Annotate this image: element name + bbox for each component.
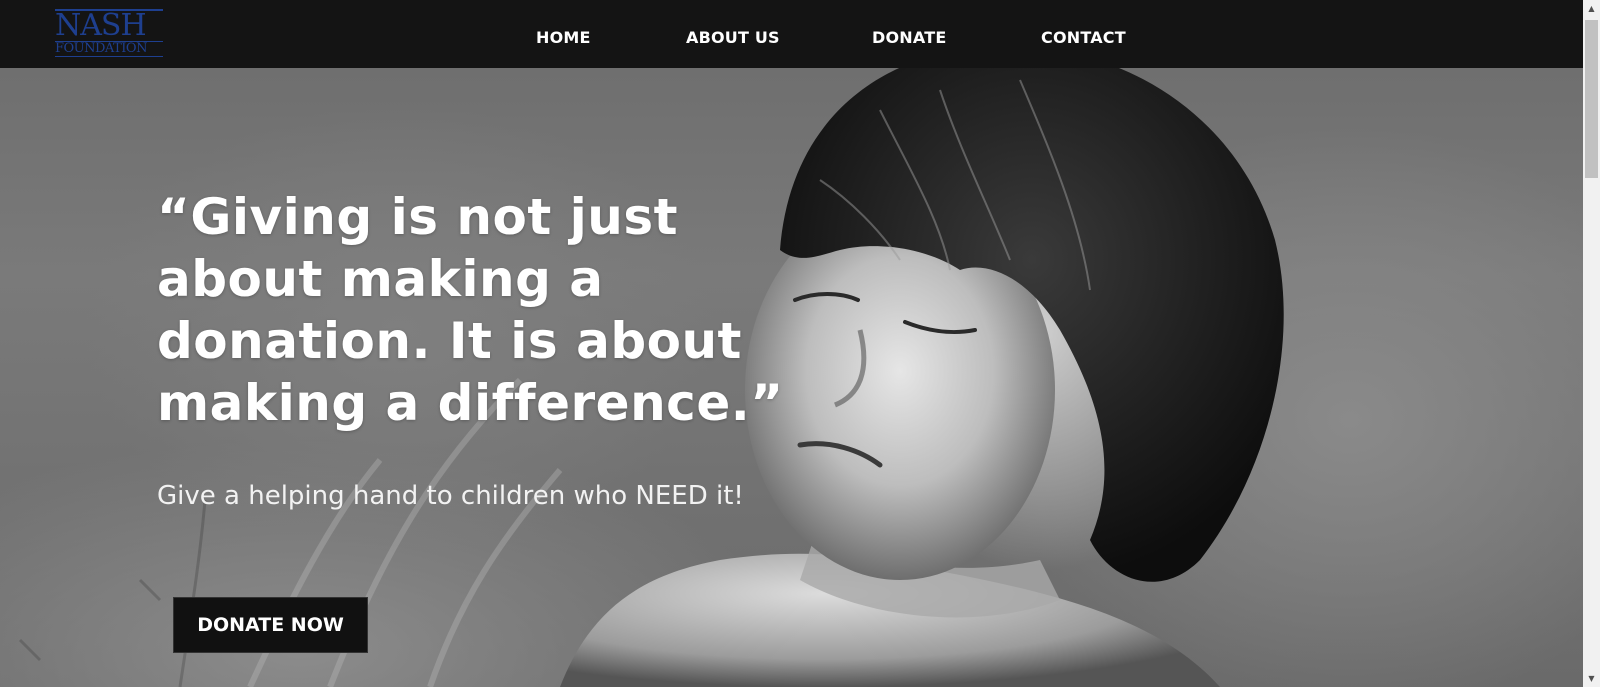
scrollbar-thumb[interactable] [1585,20,1598,178]
nav-item-donate[interactable]: DONATE [872,28,946,47]
scroll-up-arrow-icon[interactable]: ▲ [1583,0,1600,17]
scroll-down-arrow-icon[interactable]: ▼ [1583,670,1600,687]
nav-item-contact[interactable]: CONTACT [1041,28,1126,47]
page: NASH FOUNDATION HOME ABOUT US DONATE CON… [0,0,1600,687]
nav-item-about-us[interactable]: ABOUT US [686,28,780,47]
nav-item-home[interactable]: HOME [536,28,591,47]
vertical-scrollbar[interactable]: ▲ ▼ [1583,0,1600,687]
donate-now-button[interactable]: DONATE NOW [173,597,368,653]
hero-quote: “Giving is not just about making a donat… [157,188,784,432]
main-nav: HOME ABOUT US DONATE CONTACT [0,0,1583,68]
hero-subtitle: Give a helping hand to children who NEED… [157,481,744,511]
top-navigation-bar: NASH FOUNDATION HOME ABOUT US DONATE CON… [0,0,1583,68]
